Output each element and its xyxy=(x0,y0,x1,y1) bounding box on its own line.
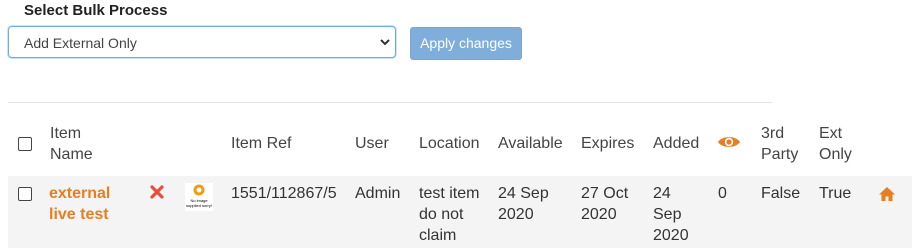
home-icon[interactable] xyxy=(878,186,896,202)
user-value: Admin xyxy=(355,185,401,202)
header-third-party-line2: Party xyxy=(761,146,799,163)
chevron-down-icon xyxy=(380,39,390,46)
row-select-checkbox[interactable] xyxy=(18,187,32,201)
item-thumbnail: No image supplied sorry! xyxy=(185,183,213,211)
expires-line2: 2020 xyxy=(581,206,617,223)
added-line1: 24 xyxy=(653,185,671,202)
eye-icon xyxy=(718,137,740,147)
location-line2: do not xyxy=(419,206,464,223)
item-name-link-line2[interactable]: live test xyxy=(49,204,109,225)
no-image-icon xyxy=(193,184,205,196)
third-party-value: False xyxy=(761,185,801,202)
header-expires: Expires xyxy=(581,135,635,152)
header-location: Location xyxy=(419,135,480,152)
section-divider xyxy=(8,102,772,103)
location-line1: test item xyxy=(419,185,480,202)
header-item-name-line2: Name xyxy=(50,146,93,163)
item-name-link[interactable]: external xyxy=(49,183,110,204)
header-ext-only-line2: Only xyxy=(819,146,852,163)
header-ext-only-line1: Ext xyxy=(819,125,843,142)
no-image-text-line2: supplied sorry! xyxy=(185,203,212,208)
bulk-process-selected-value: Add External Only xyxy=(24,35,137,51)
expires-line1: 27 Oct xyxy=(581,185,629,202)
added-line2: Sep xyxy=(653,206,682,223)
select-all-checkbox[interactable] xyxy=(18,137,32,151)
added-line3: 2020 xyxy=(653,227,689,244)
item-ref-value: 1551/112867/5 xyxy=(231,185,337,202)
location-line3: claim xyxy=(419,227,457,244)
header-item-ref: Item Ref xyxy=(231,135,292,152)
header-available: Available xyxy=(498,135,563,152)
bulk-process-select[interactable]: Add External Only xyxy=(8,26,396,58)
header-item-name-line1: Item xyxy=(50,125,82,142)
ext-only-value: True xyxy=(819,185,852,202)
delete-icon[interactable] xyxy=(150,185,164,199)
apply-changes-button[interactable]: Apply changes xyxy=(410,27,522,60)
available-line1: 24 Sep xyxy=(498,185,549,202)
views-count: 0 xyxy=(718,185,727,202)
header-user: User xyxy=(355,135,389,152)
header-third-party-line1: 3rd xyxy=(761,125,785,142)
header-added: Added xyxy=(653,135,700,152)
bulk-process-title: Select Bulk Process xyxy=(24,2,168,19)
available-line2: 2020 xyxy=(498,206,534,223)
